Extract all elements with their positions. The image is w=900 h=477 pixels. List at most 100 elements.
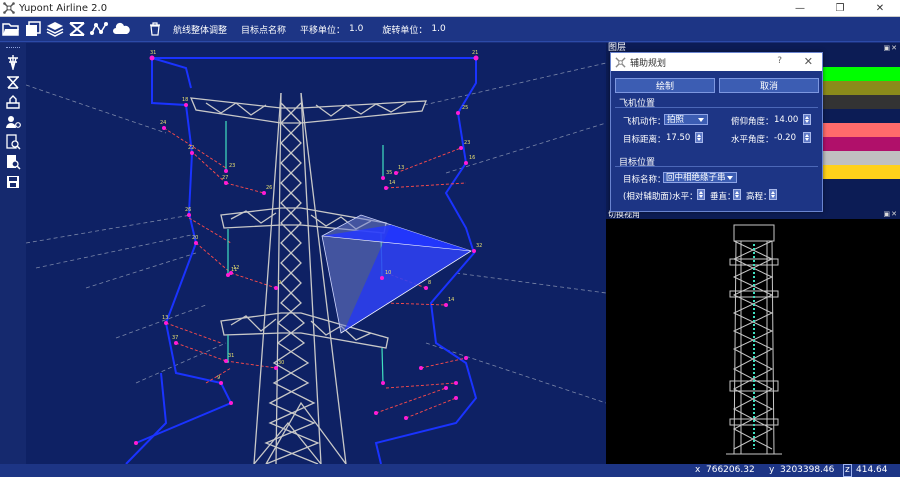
- waypoint-label: 21: [472, 50, 478, 56]
- waypoint-label: 16: [469, 155, 475, 161]
- distance-value[interactable]: 17.50: [666, 133, 690, 143]
- dialog-close-button[interactable]: ✕: [804, 55, 813, 68]
- layer-swatch[interactable]: [819, 67, 900, 81]
- waypoint-label: 26: [266, 185, 272, 191]
- tower-cross-icon[interactable]: [3, 72, 23, 91]
- camera-frustum: [321, 214, 472, 334]
- waypoint-label: 8: [428, 280, 431, 286]
- route-adjust-button[interactable]: 航线整体调整: [173, 23, 227, 36]
- distance-label: 目标距离：: [623, 135, 666, 145]
- user-settings-icon[interactable]: [3, 112, 23, 131]
- layer-swatch[interactable]: [819, 137, 900, 151]
- view-panel-controls[interactable]: ▣✕: [884, 210, 898, 219]
- x-coord-label: x: [695, 465, 701, 475]
- y-coord-label: y: [769, 465, 775, 475]
- trash-icon[interactable]: [144, 18, 166, 40]
- route-icon[interactable]: [88, 18, 110, 40]
- translate-unit-value[interactable]: 1.0: [349, 24, 363, 34]
- layer-swatch[interactable]: [819, 123, 900, 137]
- translate-unit-label: 平移单位：: [300, 25, 346, 36]
- layer-swatch[interactable]: [819, 165, 900, 179]
- flight-plan-icon[interactable]: [3, 92, 23, 111]
- distance-spinner[interactable]: [695, 132, 703, 143]
- x-coord-value: 766206.32: [706, 465, 755, 475]
- chevron-down-icon: [727, 176, 733, 180]
- cloud-icon[interactable]: [110, 18, 132, 40]
- layer-swatch[interactable]: [819, 81, 900, 95]
- waypoint-label: 37: [172, 335, 178, 341]
- draw-button[interactable]: 绘制: [615, 78, 715, 93]
- target-name-button[interactable]: 目标点名称: [241, 23, 286, 36]
- open-folder-icon[interactable]: [0, 18, 22, 40]
- target-name-value: 回中相绝缘子串: [666, 173, 726, 183]
- y-coord-value: 3203398.46: [780, 465, 835, 475]
- pitch-spinner[interactable]: [803, 114, 811, 125]
- chevron-down-icon: [698, 118, 704, 122]
- tower-route-icon[interactable]: [3, 52, 23, 71]
- pitch-value[interactable]: 14.00: [774, 115, 798, 125]
- waypoint-label: 13: [162, 315, 168, 321]
- waypoint-label: 11: [231, 267, 237, 273]
- layer-color-list: [819, 53, 900, 211]
- waypoint-label: 26: [185, 207, 191, 213]
- waypoint-label: 22: [188, 145, 194, 151]
- rotate-unit-value[interactable]: 1.0: [431, 24, 445, 34]
- 3d-viewport[interactable]: 31 21 18 24 22 23 27 26 25 23 16 35 14 13 26 20 12 11 9 10 8…: [26, 43, 606, 464]
- action-select-value: 拍照: [667, 115, 685, 125]
- layer-swatch[interactable]: [819, 95, 900, 109]
- waypoint-label: 24: [160, 120, 166, 126]
- search-list-icon[interactable]: [3, 152, 23, 171]
- z-coord-label: z: [843, 464, 852, 477]
- waypoint-label: 20: [192, 235, 198, 241]
- layer-swatch[interactable]: [819, 109, 900, 123]
- side-tower-view: [726, 224, 782, 455]
- window-title: Yupont Airline 2.0: [19, 2, 108, 14]
- layer-swatch[interactable]: [819, 53, 900, 67]
- pitch-label: 俯仰角度：: [731, 117, 774, 127]
- minimize-button[interactable]: —: [780, 0, 820, 17]
- layers-panel-controls[interactable]: ▣✕: [884, 43, 898, 53]
- save-disk-icon[interactable]: [3, 172, 23, 191]
- vertical-label: 垂直：: [710, 192, 736, 202]
- side-view-viewport[interactable]: [606, 219, 900, 464]
- dialog-titlebar[interactable]: 辅助规划 ? ✕: [611, 53, 822, 71]
- vertical-spinner[interactable]: [733, 189, 741, 200]
- relative-horizontal-label: (相对辅助面)水平：: [623, 192, 698, 202]
- yaw-value[interactable]: -0.20: [774, 133, 796, 143]
- toolbar-grip[interactable]: [6, 47, 20, 49]
- yaw-spinner[interactable]: [803, 132, 811, 143]
- waypoint-label: 31: [228, 353, 234, 359]
- layer-swatch[interactable]: [819, 151, 900, 165]
- save-layers-icon[interactable]: [22, 18, 44, 40]
- left-toolbar: [0, 43, 26, 464]
- tower-icon[interactable]: [66, 18, 88, 40]
- main-toolbar: 航线整体调整 目标点名称 平移单位： 1.0 旋转单位： 1.0: [0, 17, 900, 42]
- waypoint-label: 25: [462, 105, 468, 111]
- dialog-help-button[interactable]: ?: [777, 56, 782, 66]
- target-name-select[interactable]: 回中相绝缘子串: [663, 172, 737, 183]
- dialog-title: 辅助规划: [630, 58, 667, 69]
- horizontal-spinner[interactable]: [697, 189, 705, 200]
- waypoint-label: 9: [278, 280, 281, 286]
- cancel-button[interactable]: 取消: [719, 78, 819, 93]
- status-bar: x 766206.32 y 3203398.46 z 414.64: [0, 464, 900, 477]
- waypoint-label: 32: [476, 243, 482, 249]
- tower-scene[interactable]: 31 21182422232726252316351413262012119108…: [26, 43, 606, 464]
- waypoint-label: 27: [222, 175, 228, 181]
- maximize-button[interactable]: ❐: [820, 0, 860, 17]
- action-select[interactable]: 拍照: [664, 114, 708, 125]
- waypoint-label: 14: [389, 180, 395, 186]
- waypoint-label: 23: [229, 163, 235, 169]
- waypoint-label: 18: [182, 97, 188, 103]
- waypoint-label: 13: [398, 165, 404, 171]
- title-bar: Yupont Airline 2.0 — ❐ ✕: [0, 0, 900, 17]
- target-name-label: 目标名称：: [623, 175, 666, 185]
- yaw-label: 水平角度：: [731, 135, 774, 145]
- elevation-spinner[interactable]: [769, 189, 777, 200]
- layers-icon[interactable]: [44, 18, 66, 40]
- close-button[interactable]: ✕: [860, 0, 900, 17]
- elevation-label: 高程：: [746, 192, 772, 202]
- z-coord-value: 414.64: [856, 465, 888, 475]
- search-doc-icon[interactable]: [3, 132, 23, 151]
- waypoint-label: 31: [150, 50, 156, 56]
